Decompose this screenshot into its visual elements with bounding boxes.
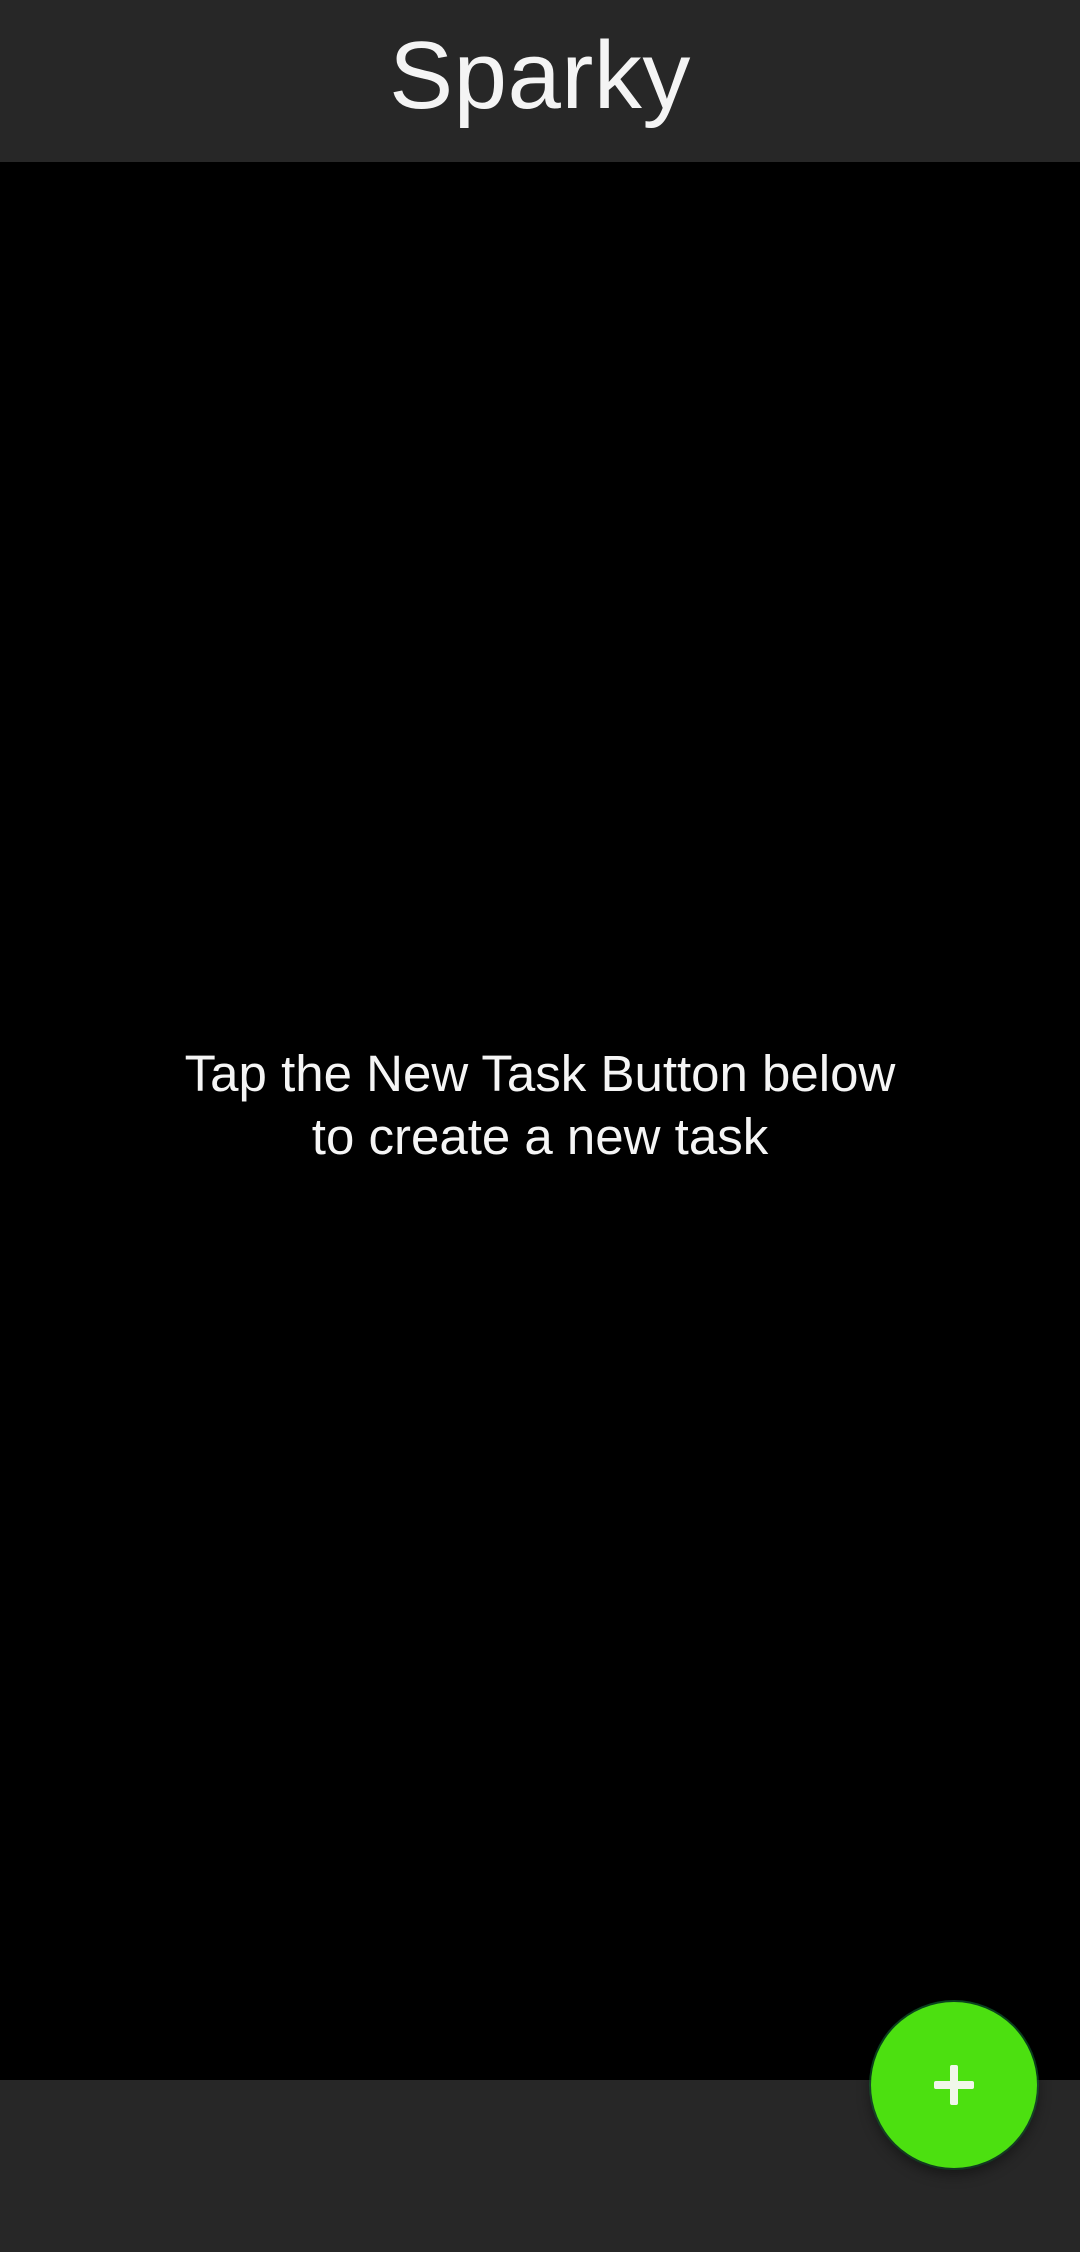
app-title: Sparky (389, 22, 691, 129)
plus-icon (934, 2065, 974, 2105)
app-screen: Sparky Tap the New Task Button below to … (0, 0, 1080, 2252)
top-app-bar: Sparky (0, 0, 1080, 162)
empty-state-message: Tap the New Task Button below to create … (0, 1042, 1080, 1168)
empty-state-line-2: to create a new task (311, 1108, 769, 1165)
empty-state-line-1: Tap the New Task Button below (184, 1045, 896, 1102)
new-task-button[interactable] (871, 2002, 1037, 2168)
task-list-area[interactable]: Tap the New Task Button below to create … (0, 162, 1080, 2080)
